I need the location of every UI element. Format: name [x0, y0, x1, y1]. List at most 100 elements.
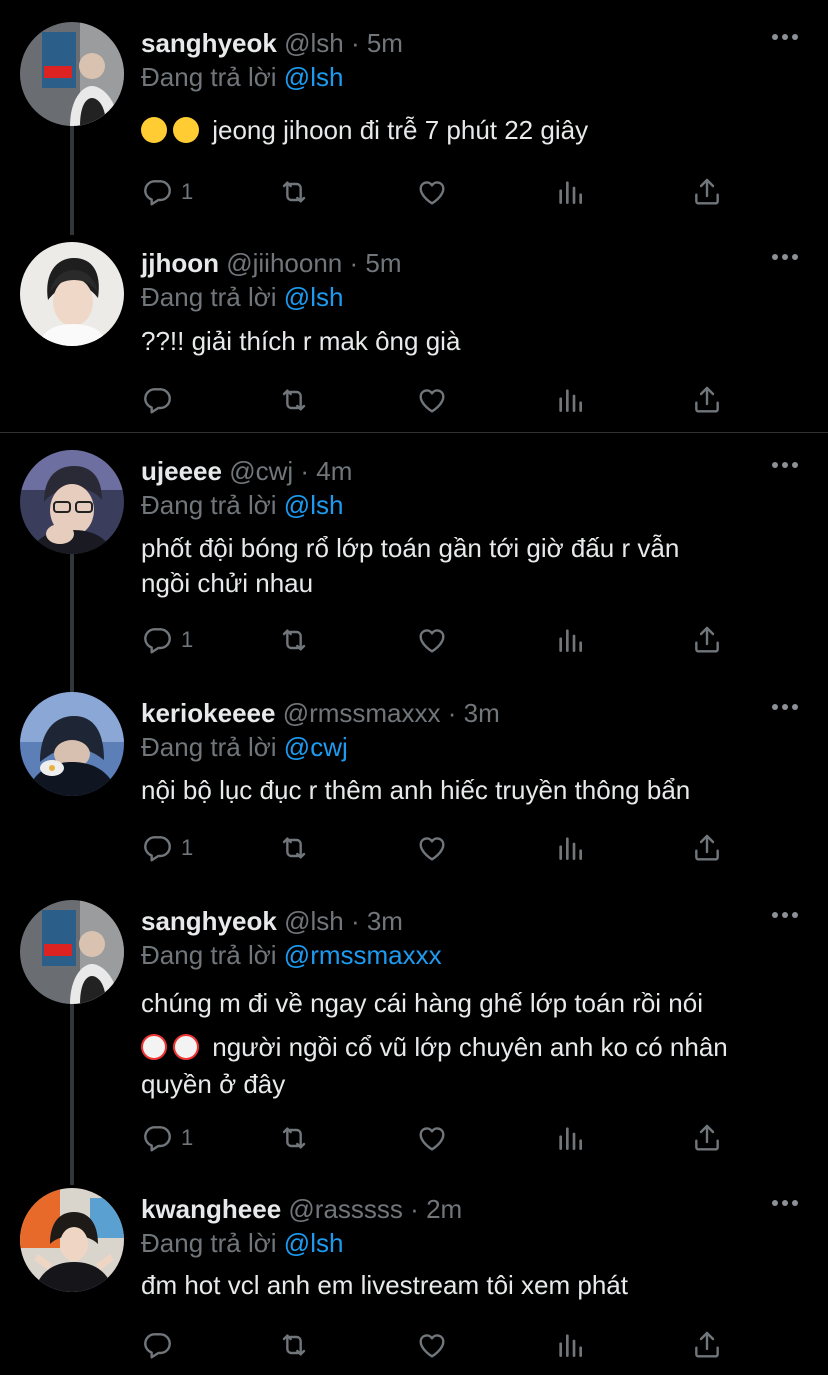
like-button[interactable]: [416, 622, 448, 658]
more-icon[interactable]: [772, 34, 798, 42]
more-icon[interactable]: [772, 254, 798, 262]
reply-button[interactable]: [141, 382, 173, 418]
tweet-header: sanghyeok @lsh · 5m: [141, 28, 403, 58]
views-icon: [554, 1329, 586, 1361]
reply-count: 1: [181, 627, 194, 652]
user-handle[interactable]: @rmssmaxxx: [283, 698, 441, 728]
user-handle[interactable]: @rasssss: [288, 1194, 403, 1224]
tweet[interactable]: sanghyeok @lsh · 5m Đang trả lời @lsh je…: [0, 22, 828, 222]
retweet-button[interactable]: [278, 1120, 310, 1156]
user-handle[interactable]: @jiihoonn: [226, 248, 342, 278]
more-icon[interactable]: [772, 912, 798, 920]
views-button[interactable]: [554, 622, 586, 658]
action-bar: [141, 382, 741, 418]
display-name[interactable]: sanghyeok: [141, 906, 277, 936]
display-name[interactable]: keriokeeee: [141, 698, 275, 728]
tweet[interactable]: kwangheee @rasssss · 2m Đang trả lời @ls…: [0, 1188, 828, 1375]
like-icon: [416, 832, 448, 864]
retweet-button[interactable]: [278, 830, 310, 866]
retweet-icon: [278, 1122, 310, 1154]
display-name[interactable]: sanghyeok: [141, 28, 277, 58]
retweet-button[interactable]: [278, 382, 310, 418]
action-bar: 1: [141, 830, 741, 866]
replying-label: Đang trả lời: [141, 490, 277, 520]
timestamp[interactable]: 2m: [426, 1194, 462, 1224]
separator-dot: ·: [350, 28, 360, 58]
mention-link[interactable]: @lsh: [284, 282, 344, 312]
separator-dot: ·: [349, 248, 359, 278]
reply-button[interactable]: [141, 1327, 173, 1363]
reply-button[interactable]: 1: [141, 1120, 193, 1156]
reply-button[interactable]: 1: [141, 174, 193, 210]
views-button[interactable]: [554, 1327, 586, 1363]
mention-link[interactable]: @lsh: [284, 1228, 344, 1258]
mention-link[interactable]: @lsh: [284, 62, 344, 92]
tweet[interactable]: keriokeeee @rmssmaxxx · 3m Đang trả lời …: [0, 692, 828, 882]
like-button[interactable]: [416, 1327, 448, 1363]
display-name[interactable]: kwangheee: [141, 1194, 281, 1224]
share-button[interactable]: [691, 1327, 723, 1363]
replying-label: Đang trả lời: [141, 282, 277, 312]
avatar[interactable]: [20, 1188, 124, 1292]
like-button[interactable]: [416, 174, 448, 210]
mention-link[interactable]: @rmssmaxxx: [284, 940, 442, 970]
more-icon[interactable]: [772, 704, 798, 712]
avatar[interactable]: [20, 242, 124, 346]
display-name[interactable]: jjhoon: [141, 248, 219, 278]
retweet-icon: [278, 624, 310, 656]
reply-icon: [141, 176, 173, 208]
tweet[interactable]: sanghyeok @lsh · 3m Đang trả lời @rmssma…: [0, 900, 828, 1160]
more-icon[interactable]: [772, 1200, 798, 1208]
like-icon: [416, 384, 448, 416]
replying-label: Đang trả lời: [141, 940, 277, 970]
user-handle[interactable]: @cwj: [229, 456, 293, 486]
views-button[interactable]: [554, 382, 586, 418]
share-button[interactable]: [691, 1120, 723, 1156]
retweet-button[interactable]: [278, 174, 310, 210]
views-icon: [554, 832, 586, 864]
views-button[interactable]: [554, 1120, 586, 1156]
retweet-button[interactable]: [278, 622, 310, 658]
timestamp[interactable]: 3m: [464, 698, 500, 728]
user-handle[interactable]: @lsh: [284, 906, 344, 936]
mention-link[interactable]: @cwj: [284, 732, 348, 762]
avatar[interactable]: [20, 450, 124, 554]
share-button[interactable]: [691, 174, 723, 210]
tweet-text-line: chúng m đi về ngay cái hàng ghế lớp toán…: [141, 988, 703, 1018]
timestamp[interactable]: 4m: [316, 456, 352, 486]
retweet-button[interactable]: [278, 1327, 310, 1363]
views-icon: [554, 176, 586, 208]
avatar[interactable]: [20, 692, 124, 796]
tweet-text: chúng m đi về ngay cái hàng ghế lớp toán…: [141, 981, 811, 1099]
like-button[interactable]: [416, 382, 448, 418]
share-button[interactable]: [691, 622, 723, 658]
share-button[interactable]: [691, 830, 723, 866]
timestamp[interactable]: 3m: [367, 906, 403, 936]
views-icon: [554, 624, 586, 656]
mention-link[interactable]: @lsh: [284, 490, 344, 520]
user-handle[interactable]: @lsh: [284, 28, 344, 58]
tweet[interactable]: ujeeee @cwj · 4m Đang trả lời @lsh phốt …: [0, 450, 828, 670]
like-button[interactable]: [416, 830, 448, 866]
reply-button[interactable]: 1: [141, 830, 193, 866]
display-name[interactable]: ujeeee: [141, 456, 222, 486]
views-button[interactable]: [554, 174, 586, 210]
like-button[interactable]: [416, 1120, 448, 1156]
reply-button[interactable]: 1: [141, 622, 193, 658]
more-icon[interactable]: [772, 462, 798, 470]
avatar[interactable]: [20, 22, 124, 126]
replying-label: Đang trả lời: [141, 732, 277, 762]
tweet[interactable]: jjhoon @jiihoonn · 5m Đang trả lời @lsh …: [0, 242, 828, 427]
reply-count: 1: [181, 179, 194, 204]
share-icon: [691, 1329, 723, 1361]
tweet-text-line: quyền ở đây: [141, 1069, 286, 1099]
avatar[interactable]: [20, 900, 124, 1004]
timestamp[interactable]: 5m: [367, 28, 403, 58]
timestamp[interactable]: 5m: [365, 248, 401, 278]
views-button[interactable]: [554, 830, 586, 866]
reply-count: 1: [181, 835, 194, 860]
tweet-header: keriokeeee @rmssmaxxx · 3m: [141, 698, 500, 728]
share-button[interactable]: [691, 382, 723, 418]
replying-label: Đang trả lời: [141, 1228, 277, 1258]
reply-icon: [141, 384, 173, 416]
